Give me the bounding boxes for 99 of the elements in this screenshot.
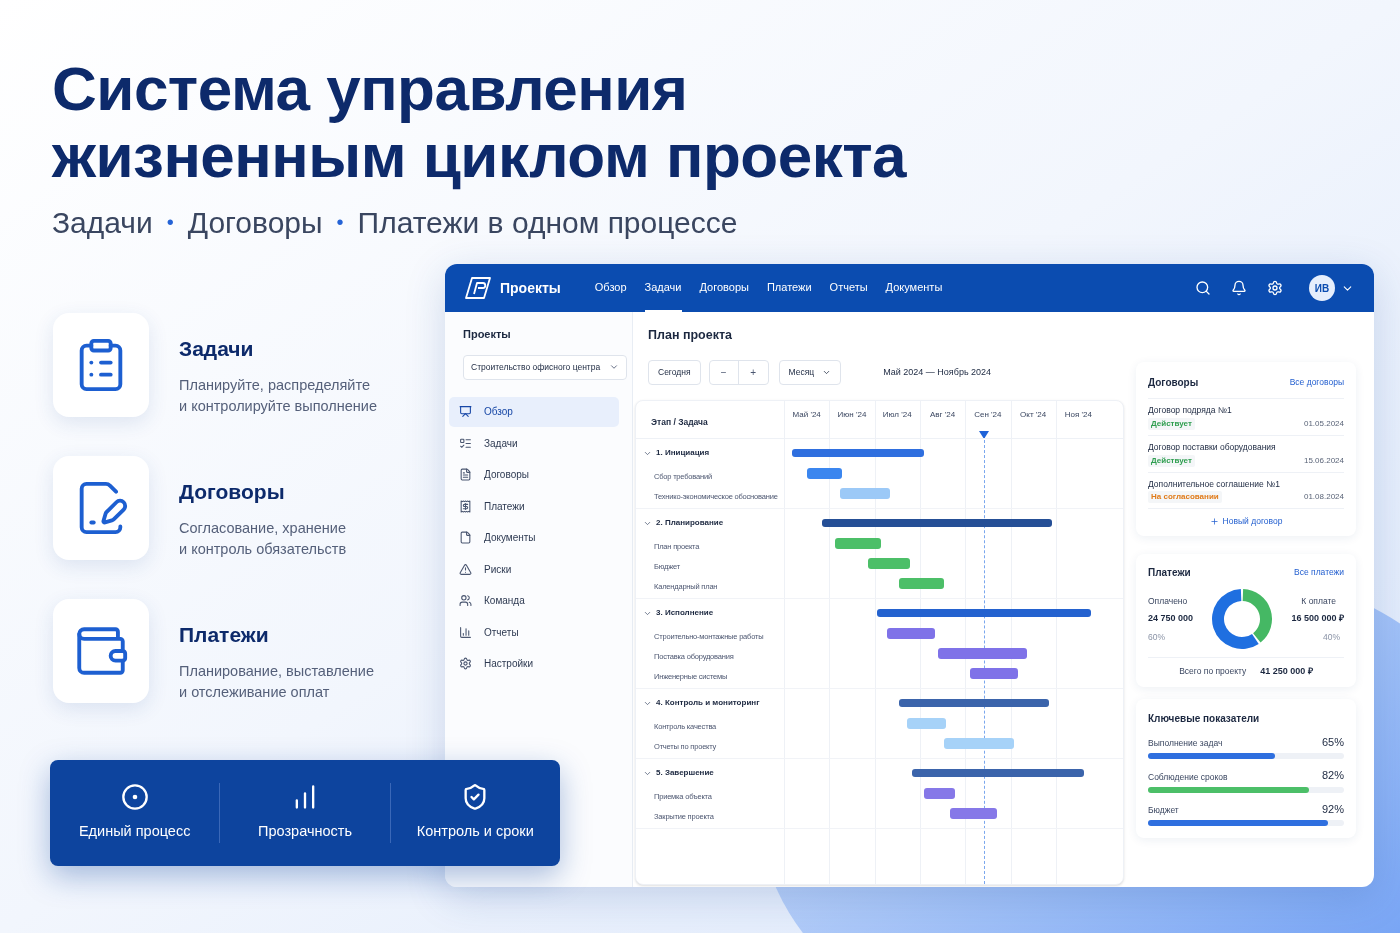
benefit-label: Единый процесс [78, 822, 191, 842]
receipt-icon [459, 499, 472, 513]
nav-tab[interactable]: Договоры [699, 264, 749, 312]
sidebar-item[interactable]: Обзор [449, 396, 619, 427]
contract-name[interactable]: Договор подряда №1 [1148, 404, 1344, 417]
kpi-value: 65% [1321, 734, 1344, 750]
card-title: Ключевые показатели [1148, 711, 1261, 726]
chart-icon [459, 625, 472, 639]
sidebar-item[interactable]: Отчеты [449, 617, 619, 647]
total-amount: 41 250 000 ₽ [1260, 665, 1313, 678]
target-icon [120, 783, 149, 811]
kpi-value: 92% [1321, 801, 1344, 817]
nav-tab[interactable]: Документы [885, 264, 943, 312]
search-icon[interactable] [1195, 280, 1211, 296]
paid-label: Оплачено [1148, 594, 1189, 608]
separator-dot: • [166, 210, 174, 235]
month-label: Авг '24 [929, 408, 956, 421]
logo-icon [465, 277, 491, 299]
sidebar-item[interactable]: Документы [449, 522, 619, 553]
separator-dot: • [336, 210, 344, 235]
phase-title: 5. Завершение [656, 767, 714, 780]
month-label: Сен '24 [974, 408, 1002, 421]
feature-title: Задачи [179, 336, 255, 362]
brand-name: Проекты [500, 278, 561, 298]
sidebar-item[interactable]: Риски [449, 554, 619, 584]
phase-title: 1. Инициация [656, 447, 710, 460]
kpi-label: Бюджет [1148, 804, 1179, 817]
sidebar-item[interactable]: Команда [449, 585, 619, 616]
column-header: Этап / Задача [651, 415, 708, 429]
status-badge: Действует [1148, 417, 1195, 430]
feature-title: Платежи [179, 622, 270, 648]
month-label: Май '24 [792, 408, 821, 421]
all-payments-link[interactable]: Все платежи [1294, 566, 1344, 579]
status-badge: На согласовании [1148, 491, 1222, 504]
month-label: Июн '24 [837, 408, 867, 421]
feature-description: Планирование, выставление и отслеживание оплат [179, 661, 374, 702]
project-select[interactable]: Строительство офисного центра [463, 354, 627, 380]
document-icon [459, 468, 472, 481]
plus-icon [1209, 517, 1219, 527]
nav-tab[interactable]: Обзор [594, 264, 627, 312]
new-contract-button[interactable]: Новый договор [1209, 515, 1283, 528]
feature-description: Согласование, хранение и контроль обязательств [179, 518, 347, 559]
month-label: Окт '24 [1020, 408, 1047, 421]
settings-icon[interactable] [1267, 280, 1283, 296]
presentation-icon [459, 405, 472, 418]
list-icon [459, 436, 472, 450]
zoom-out-button[interactable]: − [709, 360, 739, 384]
headline: Система управления жизненным циклом проекта [52, 55, 907, 189]
card-title: Платежи [1148, 566, 1191, 580]
month-label: Июл '24 [882, 408, 912, 421]
phase-title: 2. Планирование [656, 517, 724, 530]
today-button[interactable]: Сегодня [648, 359, 701, 385]
due-share: 40% [1323, 630, 1341, 644]
sidebar-title: Проекты [463, 327, 512, 342]
paid-amount: 24 750 000 [1148, 612, 1194, 626]
sidebar-item[interactable]: Договоры [449, 459, 619, 490]
status-badge: Действует [1148, 454, 1195, 467]
notification-bell-icon[interactable] [1231, 280, 1247, 296]
zoom-in-button[interactable]: + [738, 360, 768, 384]
benefit-label: Контроль и сроки [416, 822, 534, 842]
sidebar-item[interactable]: Платежи [449, 491, 619, 521]
paid-share: 60% [1148, 630, 1166, 644]
contract-name[interactable]: Договор поставки оборудования [1148, 440, 1344, 454]
nav-tab[interactable]: Отчеты [829, 264, 868, 312]
nav-tab[interactable]: Платежи [766, 264, 812, 312]
scale-select[interactable]: Месяц [778, 359, 842, 385]
nav-tab[interactable]: Задачи [644, 264, 682, 312]
contract-name[interactable]: Дополнительное соглашение №1 [1148, 477, 1344, 491]
contract-date: 01.05.2024 [1303, 417, 1344, 430]
warning-icon [459, 562, 472, 576]
contract-date: 15.06.2024 [1303, 454, 1344, 467]
people-icon [459, 594, 472, 607]
chevron-icon [609, 362, 619, 372]
benefit-label: Прозрачность [258, 822, 352, 842]
due-amount: 16 500 000 ₽ [1291, 612, 1344, 626]
all-contracts-link[interactable]: Все договоры [1289, 376, 1344, 389]
card-title: Договоры [1148, 376, 1199, 390]
phase-title: 4. Контроль и мониторинг [656, 697, 760, 710]
page-title: План проекта [648, 327, 733, 344]
phase-title: 3. Исполнение [656, 607, 714, 620]
sidebar-item[interactable]: Задачи [449, 428, 619, 458]
kpi-label: Соблюдение сроков [1148, 770, 1228, 784]
feature-description: Планируйте, распределяйте и контролируйте выполнение [179, 375, 377, 416]
subtitle-text: Платежи в одном процессе [357, 204, 738, 241]
date-range: Май 2024 — Ноябрь 2024 [883, 365, 992, 379]
today-marker-icon [979, 430, 989, 439]
settings-icon [459, 657, 472, 670]
subtitle-text: Задачи [52, 204, 153, 241]
due-label: К оплате [1301, 594, 1337, 608]
kpi-label: Выполнение задач [1148, 737, 1223, 750]
contract-date: 01.08.2024 [1303, 491, 1344, 504]
kpi-value: 82% [1321, 768, 1344, 783]
month-label: Ноя '24 [1064, 408, 1093, 421]
user-avatar[interactable]: ИВ [1309, 275, 1335, 301]
sidebar-item[interactable]: Настройки [449, 648, 619, 679]
file-icon [459, 531, 472, 544]
total-label: Всего по проекту [1179, 665, 1247, 678]
subtitle-text: Договоры [187, 204, 323, 241]
feature-title: Договоры [179, 479, 286, 505]
